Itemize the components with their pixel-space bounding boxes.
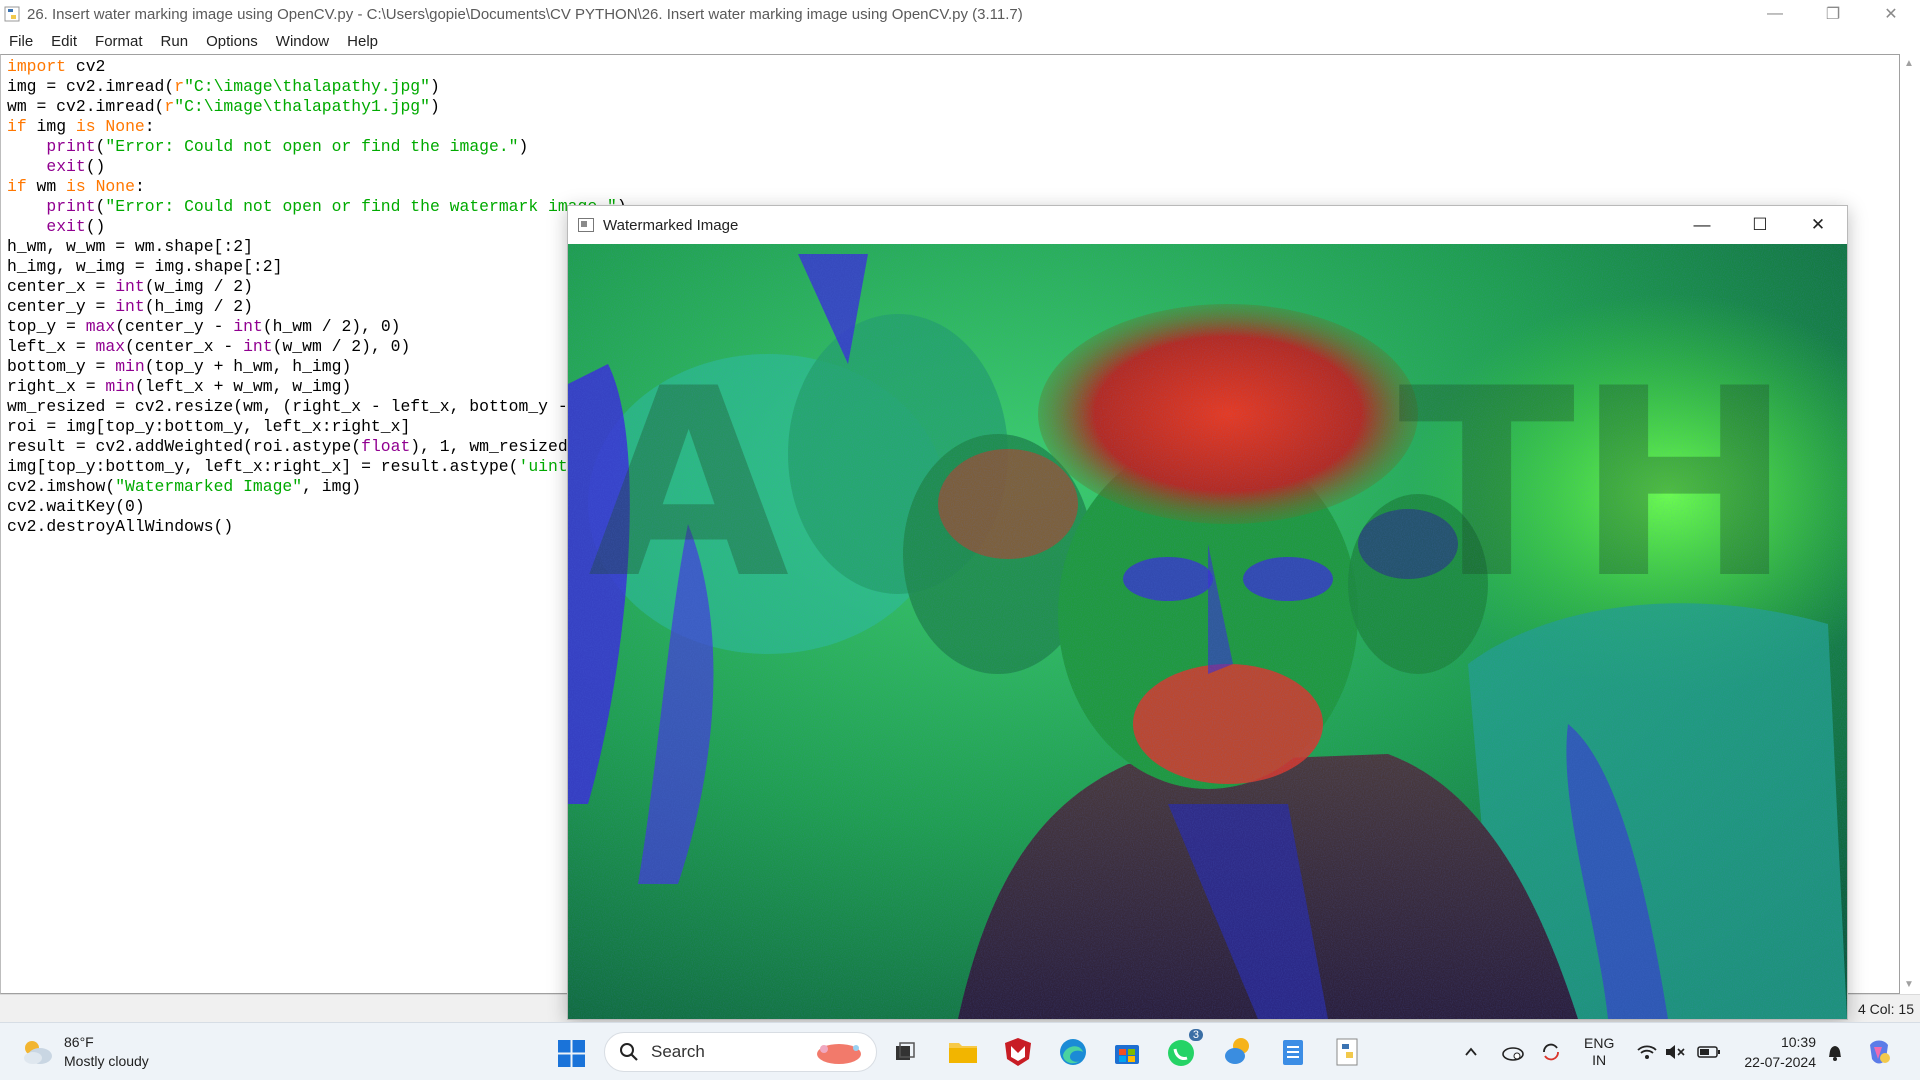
minimize-button[interactable]: — bbox=[1746, 0, 1804, 28]
weather-desc: Mostly cloudy bbox=[64, 1053, 149, 1069]
scroll-up-icon[interactable]: ▲ bbox=[1904, 58, 1914, 69]
code-line[interactable]: print("Error: Could not open or find the… bbox=[7, 137, 794, 157]
mcafee-icon[interactable] bbox=[1001, 1035, 1035, 1069]
microsoft-store-icon[interactable] bbox=[1110, 1035, 1144, 1069]
whatsapp-icon[interactable]: 3 bbox=[1165, 1029, 1203, 1069]
file-explorer-icon[interactable] bbox=[946, 1035, 980, 1069]
code-line[interactable]: import cv2 bbox=[7, 57, 794, 77]
vertical-scrollbar[interactable]: ▲ ▼ bbox=[1900, 54, 1920, 994]
window-titlebar: 26. Insert water marking image using Ope… bbox=[0, 0, 1920, 28]
code-line[interactable]: if img is None: bbox=[7, 117, 794, 137]
search-icon bbox=[620, 1043, 638, 1061]
show-hidden-icons-icon[interactable] bbox=[1463, 1023, 1479, 1080]
cv-window-title: Watermarked Image bbox=[603, 216, 739, 234]
weather-app-icon[interactable] bbox=[1222, 1035, 1256, 1069]
menu-format[interactable]: Format bbox=[95, 33, 143, 50]
search-highlight-icon bbox=[817, 1044, 861, 1064]
search-label: Search bbox=[651, 1042, 705, 1061]
clock[interactable]: 10:39 22-07-2024 bbox=[1736, 1032, 1816, 1072]
whatsapp-badge: 3 bbox=[1188, 1029, 1203, 1041]
menu-file[interactable]: File bbox=[9, 33, 33, 50]
region-code: IN bbox=[1592, 1052, 1607, 1068]
menu-options[interactable]: Options bbox=[206, 33, 258, 50]
menu-help[interactable]: Help bbox=[347, 33, 378, 50]
speaker-muted-icon[interactable] bbox=[1664, 1023, 1686, 1080]
scroll-down-icon[interactable]: ▼ bbox=[1904, 979, 1914, 990]
code-line[interactable]: exit() bbox=[7, 157, 794, 177]
wifi-icon[interactable] bbox=[1636, 1023, 1658, 1080]
cloud-sun-icon bbox=[24, 1041, 52, 1064]
python-file-icon bbox=[4, 6, 20, 22]
code-line[interactable]: if wm is None: bbox=[7, 177, 794, 197]
menu-edit[interactable]: Edit bbox=[51, 33, 77, 50]
search-box[interactable]: Search bbox=[604, 1032, 877, 1072]
windows-start-icon[interactable] bbox=[558, 1040, 585, 1067]
menu-run[interactable]: Run bbox=[161, 33, 189, 50]
menu-window[interactable]: Window bbox=[276, 33, 329, 50]
weather-temp: 86°F bbox=[64, 1034, 94, 1050]
onedrive-icon[interactable] bbox=[1501, 1023, 1525, 1080]
clock-date: 22-07-2024 bbox=[1744, 1054, 1816, 1070]
cv-window-titlebar[interactable]: Watermarked Image — ☐ ✕ bbox=[568, 206, 1847, 244]
code-line[interactable]: img = cv2.imread(r"C:\image\thalapathy.j… bbox=[7, 77, 794, 97]
edge-browser-icon[interactable] bbox=[1056, 1035, 1090, 1069]
notification-bell-icon[interactable] bbox=[1826, 1023, 1844, 1080]
close-button[interactable]: ✕ bbox=[1862, 0, 1920, 28]
code-line[interactable]: wm = cv2.imread(r"C:\image\thalapathy1.j… bbox=[7, 97, 794, 117]
python-idle-icon[interactable] bbox=[1331, 1035, 1365, 1069]
sync-icon[interactable] bbox=[1540, 1023, 1562, 1080]
image-window-icon bbox=[578, 218, 594, 232]
cursor-position: 4 Col: 15 bbox=[1857, 1001, 1914, 1017]
weather-widget[interactable]: 86°F Mostly cloudy bbox=[20, 1033, 149, 1071]
language-code: ENG bbox=[1584, 1035, 1615, 1051]
menu-bar: File Edit Format Run Options Window Help bbox=[0, 28, 1920, 54]
cv-minimize-button[interactable]: — bbox=[1673, 206, 1731, 244]
clock-time: 10:39 bbox=[1780, 1034, 1816, 1050]
copilot-icon[interactable] bbox=[1864, 1023, 1894, 1080]
taskbar: 86°F Mostly cloudy Search 3 ENG IN 10:39… bbox=[0, 1022, 1920, 1080]
language-indicator[interactable]: ENG IN bbox=[1584, 1023, 1614, 1080]
watermarked-image: A TH bbox=[568, 244, 1847, 1019]
window-title: 26. Insert water marking image using Ope… bbox=[27, 5, 1023, 23]
cv-maximize-button[interactable]: ☐ bbox=[1731, 206, 1789, 244]
restore-button[interactable]: ❐ bbox=[1804, 0, 1862, 28]
notepad-icon[interactable] bbox=[1276, 1035, 1310, 1069]
watermarked-image-window[interactable]: Watermarked Image — ☐ ✕ A TH bbox=[567, 205, 1848, 1020]
task-view-icon[interactable] bbox=[888, 1035, 922, 1069]
battery-icon[interactable] bbox=[1697, 1023, 1721, 1080]
cv-close-button[interactable]: ✕ bbox=[1789, 206, 1847, 244]
